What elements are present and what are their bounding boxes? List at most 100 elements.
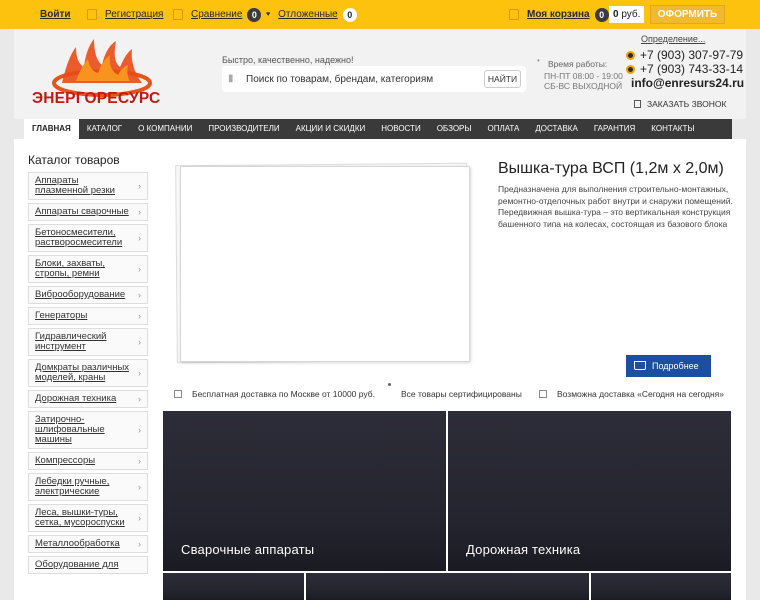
login-link[interactable]: Войти	[40, 0, 71, 29]
deferred-count-badge: 0	[342, 7, 357, 22]
chevron-right-icon: ›	[138, 290, 141, 300]
catalog-item[interactable]: Аппараты сварочные ›	[28, 203, 148, 221]
truck-icon	[174, 390, 182, 398]
phone-2[interactable]: +7 (903) 743-33-14	[640, 62, 743, 76]
feature-certified: Все товары сертифицированы	[401, 389, 522, 399]
cart-total-amount: 0	[613, 9, 619, 20]
clock-icon: •	[537, 56, 540, 65]
catalog-item[interactable]: Металлообработка ›	[28, 535, 148, 553]
nav-item-catalog[interactable]: КАТАЛОГ	[79, 119, 130, 139]
chevron-right-icon: ›	[138, 513, 141, 523]
chevron-right-icon: ›	[138, 368, 141, 378]
deferred-link[interactable]: ♥ Отложенные 0	[266, 0, 357, 29]
nav-item-brands[interactable]: ПРОИЗВОДИТЕЛИ	[200, 119, 287, 139]
search-bar: ▮	[222, 66, 526, 92]
chevron-right-icon: ›	[138, 482, 141, 492]
cart-link[interactable]: Моя корзина 0	[509, 0, 609, 29]
phone-1[interactable]: +7 (903) 307-97-79	[640, 48, 743, 62]
user-icon	[87, 9, 97, 20]
phone-icon	[626, 65, 635, 74]
product-description: Предназначена для выполнения строительно…	[498, 184, 733, 229]
chevron-right-icon: ›	[138, 207, 141, 217]
register-link[interactable]: Регистрация	[87, 0, 163, 29]
main-nav: ГЛАВНАЯ КАТАЛОГ О КОМПАНИИ ПРОИЗВОДИТЕЛИ…	[24, 119, 732, 139]
compare-link[interactable]: Сравнение 0	[173, 0, 262, 29]
nav-item-delivery[interactable]: ДОСТАВКА	[527, 119, 585, 139]
nav-item-about[interactable]: О КОМПАНИИ	[130, 119, 200, 139]
chevron-right-icon: ›	[138, 337, 141, 347]
catalog-item[interactable]: Аппараты плазменной резки ›	[28, 172, 148, 200]
catalog-item[interactable]: Дорожная техника ›	[28, 390, 148, 408]
nav-item-warranty[interactable]: ГАРАНТИЯ	[586, 119, 643, 139]
chevron-right-icon: ›	[138, 425, 141, 435]
phone-icon	[626, 51, 635, 60]
compare-label: Сравнение	[191, 9, 243, 20]
city-selector[interactable]: Определение...	[641, 34, 705, 44]
chevron-right-icon: ›	[138, 456, 141, 466]
catalog-item[interactable]: Леса, вышки-туры, сетка, мусороспуски ›	[28, 504, 148, 532]
product-photo[interactable]	[180, 166, 470, 362]
nav-item-payment[interactable]: ОПЛАТА	[479, 119, 527, 139]
chevron-right-icon: ›	[138, 311, 141, 321]
email-link[interactable]: info@enresurs24.ru	[631, 76, 744, 90]
catalog-item[interactable]: Лебедки ручные, электрические ›	[28, 473, 148, 501]
catalog-item[interactable]: Домкраты различных моделей, краны ›	[28, 359, 148, 387]
search-button[interactable]: НАЙТИ	[484, 70, 521, 88]
compare-icon	[173, 9, 183, 20]
nav-item-reviews[interactable]: ОБЗОРЫ	[429, 119, 480, 139]
checkout-button[interactable]: ОФОРМИТЬ	[650, 5, 725, 24]
catalog-item[interactable]: Виброоборудование ›	[28, 286, 148, 304]
catalog-title: Каталог товаров	[28, 153, 120, 167]
more-button[interactable]: Подробнее	[626, 355, 711, 377]
cart-icon	[509, 9, 519, 20]
category-tile[interactable]	[163, 573, 304, 600]
logo-wordmark[interactable]: ЭНЕРГОРЕСУРС	[32, 90, 172, 108]
callback-button[interactable]: ЗАКАЗАТЬ ЗВОНОК	[634, 99, 726, 109]
hours-title: Время работы:	[548, 59, 608, 69]
catalog-item[interactable]: Генераторы ›	[28, 307, 148, 325]
chevron-right-icon: ›	[138, 264, 141, 274]
search-input[interactable]	[246, 71, 476, 87]
nav-item-news[interactable]: НОВОСТИ	[373, 119, 428, 139]
tile-label: Дорожная техника	[466, 542, 581, 557]
catalog-item[interactable]: Затирочно-шлифовальные машины ›	[28, 411, 148, 449]
tile-label: Сварочные аппараты	[181, 542, 315, 557]
chevron-right-icon: ›	[138, 233, 141, 243]
nav-item-home[interactable]: ГЛАВНАЯ	[24, 119, 79, 139]
phone-handset-icon	[634, 100, 641, 108]
catalog-item[interactable]: Компрессоры ›	[28, 452, 148, 470]
category-tile[interactable]	[306, 573, 589, 600]
deferred-label: Отложенные	[278, 9, 338, 20]
category-tile-welding[interactable]: Сварочные аппараты	[163, 411, 446, 571]
nav-item-contacts[interactable]: КОНТАКТЫ	[643, 119, 702, 139]
cart-count-badge: 0	[594, 7, 609, 22]
cart-label: Моя корзина	[527, 9, 590, 20]
catalog-item[interactable]: Блоки, захваты, стропы, ремни ›	[28, 255, 148, 283]
category-tile-road[interactable]: Дорожная техника	[448, 411, 731, 571]
feature-free-delivery: Бесплатная доставка по Москве от 10000 р…	[174, 389, 375, 399]
catalog-item[interactable]: Гидравлический инструмент ›	[28, 328, 148, 356]
clock-icon	[539, 390, 547, 398]
heart-icon: ♥	[266, 11, 271, 18]
chevron-right-icon: ›	[138, 539, 141, 549]
catalog-item[interactable]: Оборудование для	[28, 556, 148, 574]
cart-total: 0 руб.	[609, 6, 644, 23]
cart-icon	[634, 361, 646, 370]
category-tile[interactable]	[591, 573, 731, 600]
catalog-item[interactable]: Бетоносмесители, растворосмесители ›	[28, 224, 148, 252]
slider-dot[interactable]	[388, 383, 391, 386]
callback-label: ЗАКАЗАТЬ ЗВОНОК	[647, 99, 727, 109]
tagline: Быстро, качественно, надежно!	[222, 55, 354, 65]
more-button-label: Подробнее	[652, 361, 699, 371]
nav-item-sales[interactable]: АКЦИИ И СКИДКИ	[288, 119, 374, 139]
chevron-right-icon: ›	[138, 181, 141, 191]
compare-count-badge: 0	[247, 7, 262, 22]
product-title[interactable]: Вышка-тура ВСП (1,2м х 2,0м)	[498, 160, 724, 178]
catalog-list: Аппараты плазменной резки › Аппараты свар…	[28, 172, 148, 577]
feature-same-day: Возможна доставка «Сегодня на сегодня»	[539, 389, 724, 399]
hours-weekdays: ПН-ПТ 08:00 - 19:00	[544, 71, 623, 81]
chevron-right-icon: ›	[138, 394, 141, 404]
top-bar: Войти Регистрация Сравнение 0 ♥ Отложенн…	[0, 0, 760, 29]
search-icon: ▮	[228, 73, 234, 84]
register-label: Регистрация	[105, 9, 164, 20]
